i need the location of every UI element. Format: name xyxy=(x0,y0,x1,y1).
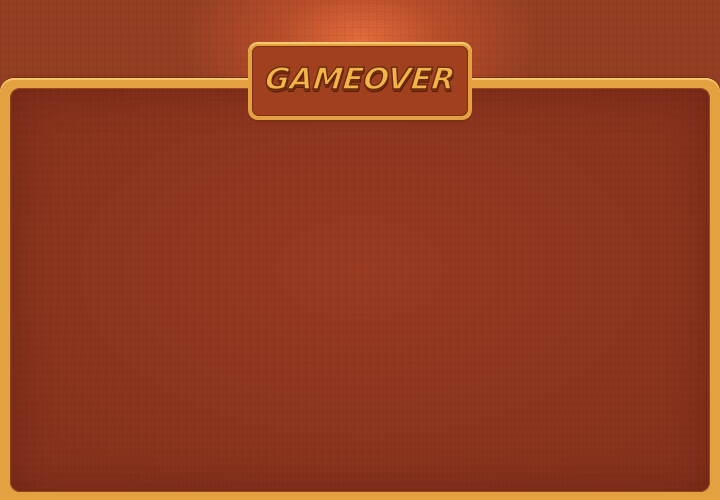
title-plate-inner: GAMEOVER xyxy=(252,46,468,116)
title-plate: GAMEOVER xyxy=(248,42,472,120)
game-over-panel-body xyxy=(10,88,710,492)
game-over-title: GAMEOVER xyxy=(263,61,458,98)
game-over-panel-frame xyxy=(0,78,720,500)
